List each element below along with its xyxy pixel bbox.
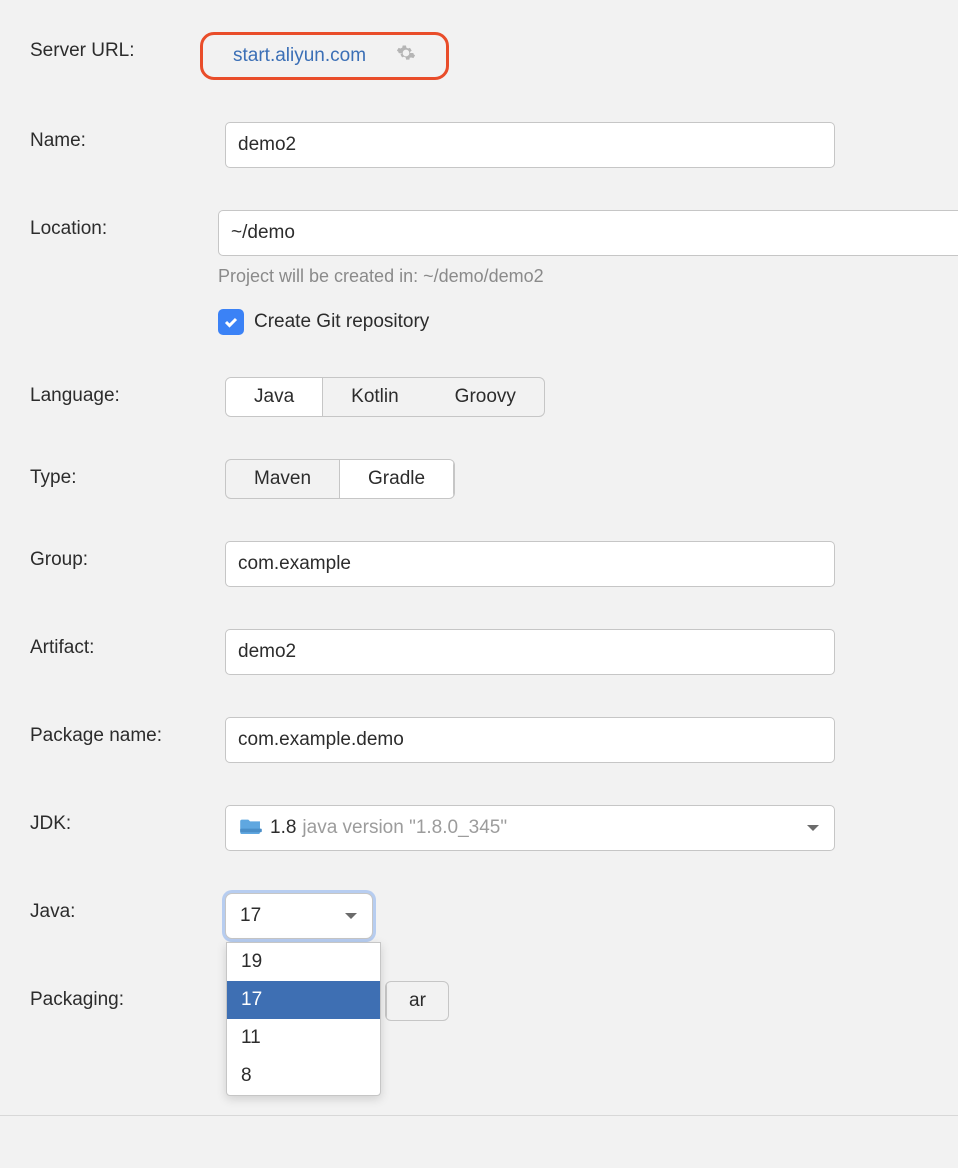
jdk-description: java version "1.8.0_345" (302, 817, 507, 839)
divider (0, 1115, 958, 1116)
git-checkbox[interactable] (218, 309, 244, 335)
java-option-17[interactable]: 17 (227, 981, 380, 1019)
jdk-dropdown[interactable]: 1.8 java version "1.8.0_345" (225, 805, 835, 851)
package-input[interactable] (225, 717, 835, 763)
artifact-input[interactable] (225, 629, 835, 675)
language-segmented: Java Kotlin Groovy (225, 377, 545, 417)
language-option-groovy[interactable]: Groovy (427, 378, 544, 416)
group-input[interactable] (225, 541, 835, 587)
name-input[interactable] (225, 122, 835, 168)
artifact-label: Artifact: (30, 629, 225, 659)
jdk-version: 1.8 (270, 817, 296, 839)
packaging-option-war[interactable]: ar (386, 982, 448, 1020)
java-option-19[interactable]: 19 (227, 943, 380, 981)
location-label: Location: (30, 210, 218, 240)
chevron-down-icon (806, 817, 820, 839)
type-option-maven[interactable]: Maven (226, 460, 340, 498)
java-selected-value: 17 (240, 905, 261, 927)
type-label: Type: (30, 459, 225, 489)
server-url-label: Server URL: (30, 32, 225, 62)
jdk-label: JDK: (30, 805, 225, 835)
server-url-link[interactable]: start.aliyun.com (233, 45, 366, 67)
language-label: Language: (30, 377, 225, 407)
type-segmented: Maven Gradle (225, 459, 455, 499)
package-label: Package name: (30, 717, 225, 747)
language-option-java[interactable]: Java (226, 378, 323, 416)
type-option-gradle[interactable]: Gradle (340, 460, 454, 498)
java-label: Java: (30, 893, 225, 923)
chevron-down-icon (344, 905, 358, 927)
packaging-label: Packaging: (30, 981, 225, 1011)
location-hint: Project will be created in: ~/demo/demo2 (218, 266, 958, 287)
git-checkbox-label: Create Git repository (254, 311, 429, 333)
packaging-segmented: ar (385, 981, 449, 1021)
gear-icon[interactable] (396, 43, 416, 69)
server-url-highlight: start.aliyun.com (200, 32, 449, 80)
java-option-8[interactable]: 8 (227, 1057, 380, 1095)
group-label: Group: (30, 541, 225, 571)
folder-icon (240, 816, 262, 840)
name-label: Name: (30, 122, 225, 152)
java-dropdown[interactable]: 17 19 17 11 8 (225, 893, 373, 939)
java-options-popup: 19 17 11 8 (226, 942, 381, 1096)
java-option-11[interactable]: 11 (227, 1019, 380, 1057)
location-input[interactable] (218, 210, 958, 256)
language-option-kotlin[interactable]: Kotlin (323, 378, 427, 416)
